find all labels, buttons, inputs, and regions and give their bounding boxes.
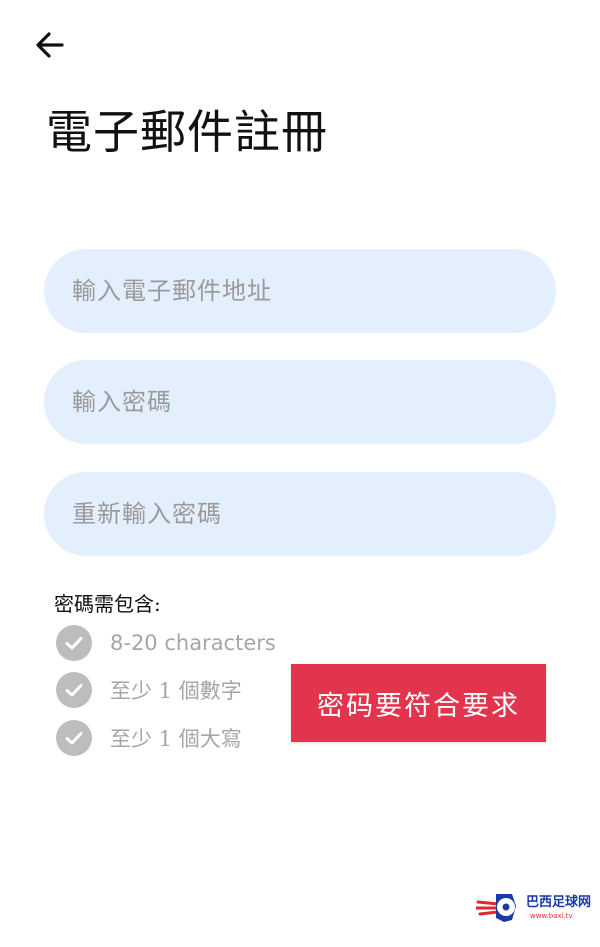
error-toast: 密码要符合要求	[291, 664, 546, 742]
check-circle-icon	[56, 720, 92, 756]
requirement-item-digit: 至少 1 個數字	[56, 672, 242, 708]
watermark-text: 巴西足球网	[526, 895, 592, 910]
requirement-label: 至少 1 個大寫	[110, 727, 242, 751]
confirm-password-input[interactable]	[44, 472, 556, 556]
watermark-url: www.baxi.tv	[530, 912, 573, 920]
password-requirements-heading: 密碼需包含:	[54, 592, 161, 616]
requirement-item-uppercase: 至少 1 個大寫	[56, 720, 242, 756]
password-input[interactable]	[44, 360, 556, 444]
watermark-logo: 巴西足球网 www.baxi.tv	[476, 888, 596, 928]
check-circle-icon	[56, 672, 92, 708]
soccer-ball-icon	[476, 894, 516, 922]
check-circle-icon	[56, 625, 92, 661]
page-title: 電子郵件註冊	[46, 105, 328, 159]
email-input[interactable]	[44, 249, 556, 333]
requirement-item-length: 8-20 characters	[56, 625, 276, 661]
arrow-left-icon	[36, 32, 64, 58]
requirement-label: 至少 1 個數字	[110, 679, 242, 703]
back-button[interactable]	[30, 26, 70, 66]
requirement-label: 8-20 characters	[110, 631, 276, 655]
